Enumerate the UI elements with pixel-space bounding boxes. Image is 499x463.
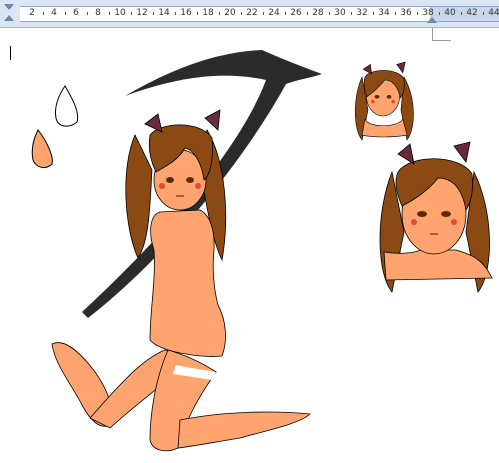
large-head-portrait[interactable] [379,141,493,293]
white-leaf-shape[interactable] [55,85,79,127]
small-head-portrait[interactable] [355,61,414,141]
orange-petal-shape[interactable] [31,129,53,168]
main-figure[interactable] [51,109,311,452]
drawing-canvas [31,50,493,452]
